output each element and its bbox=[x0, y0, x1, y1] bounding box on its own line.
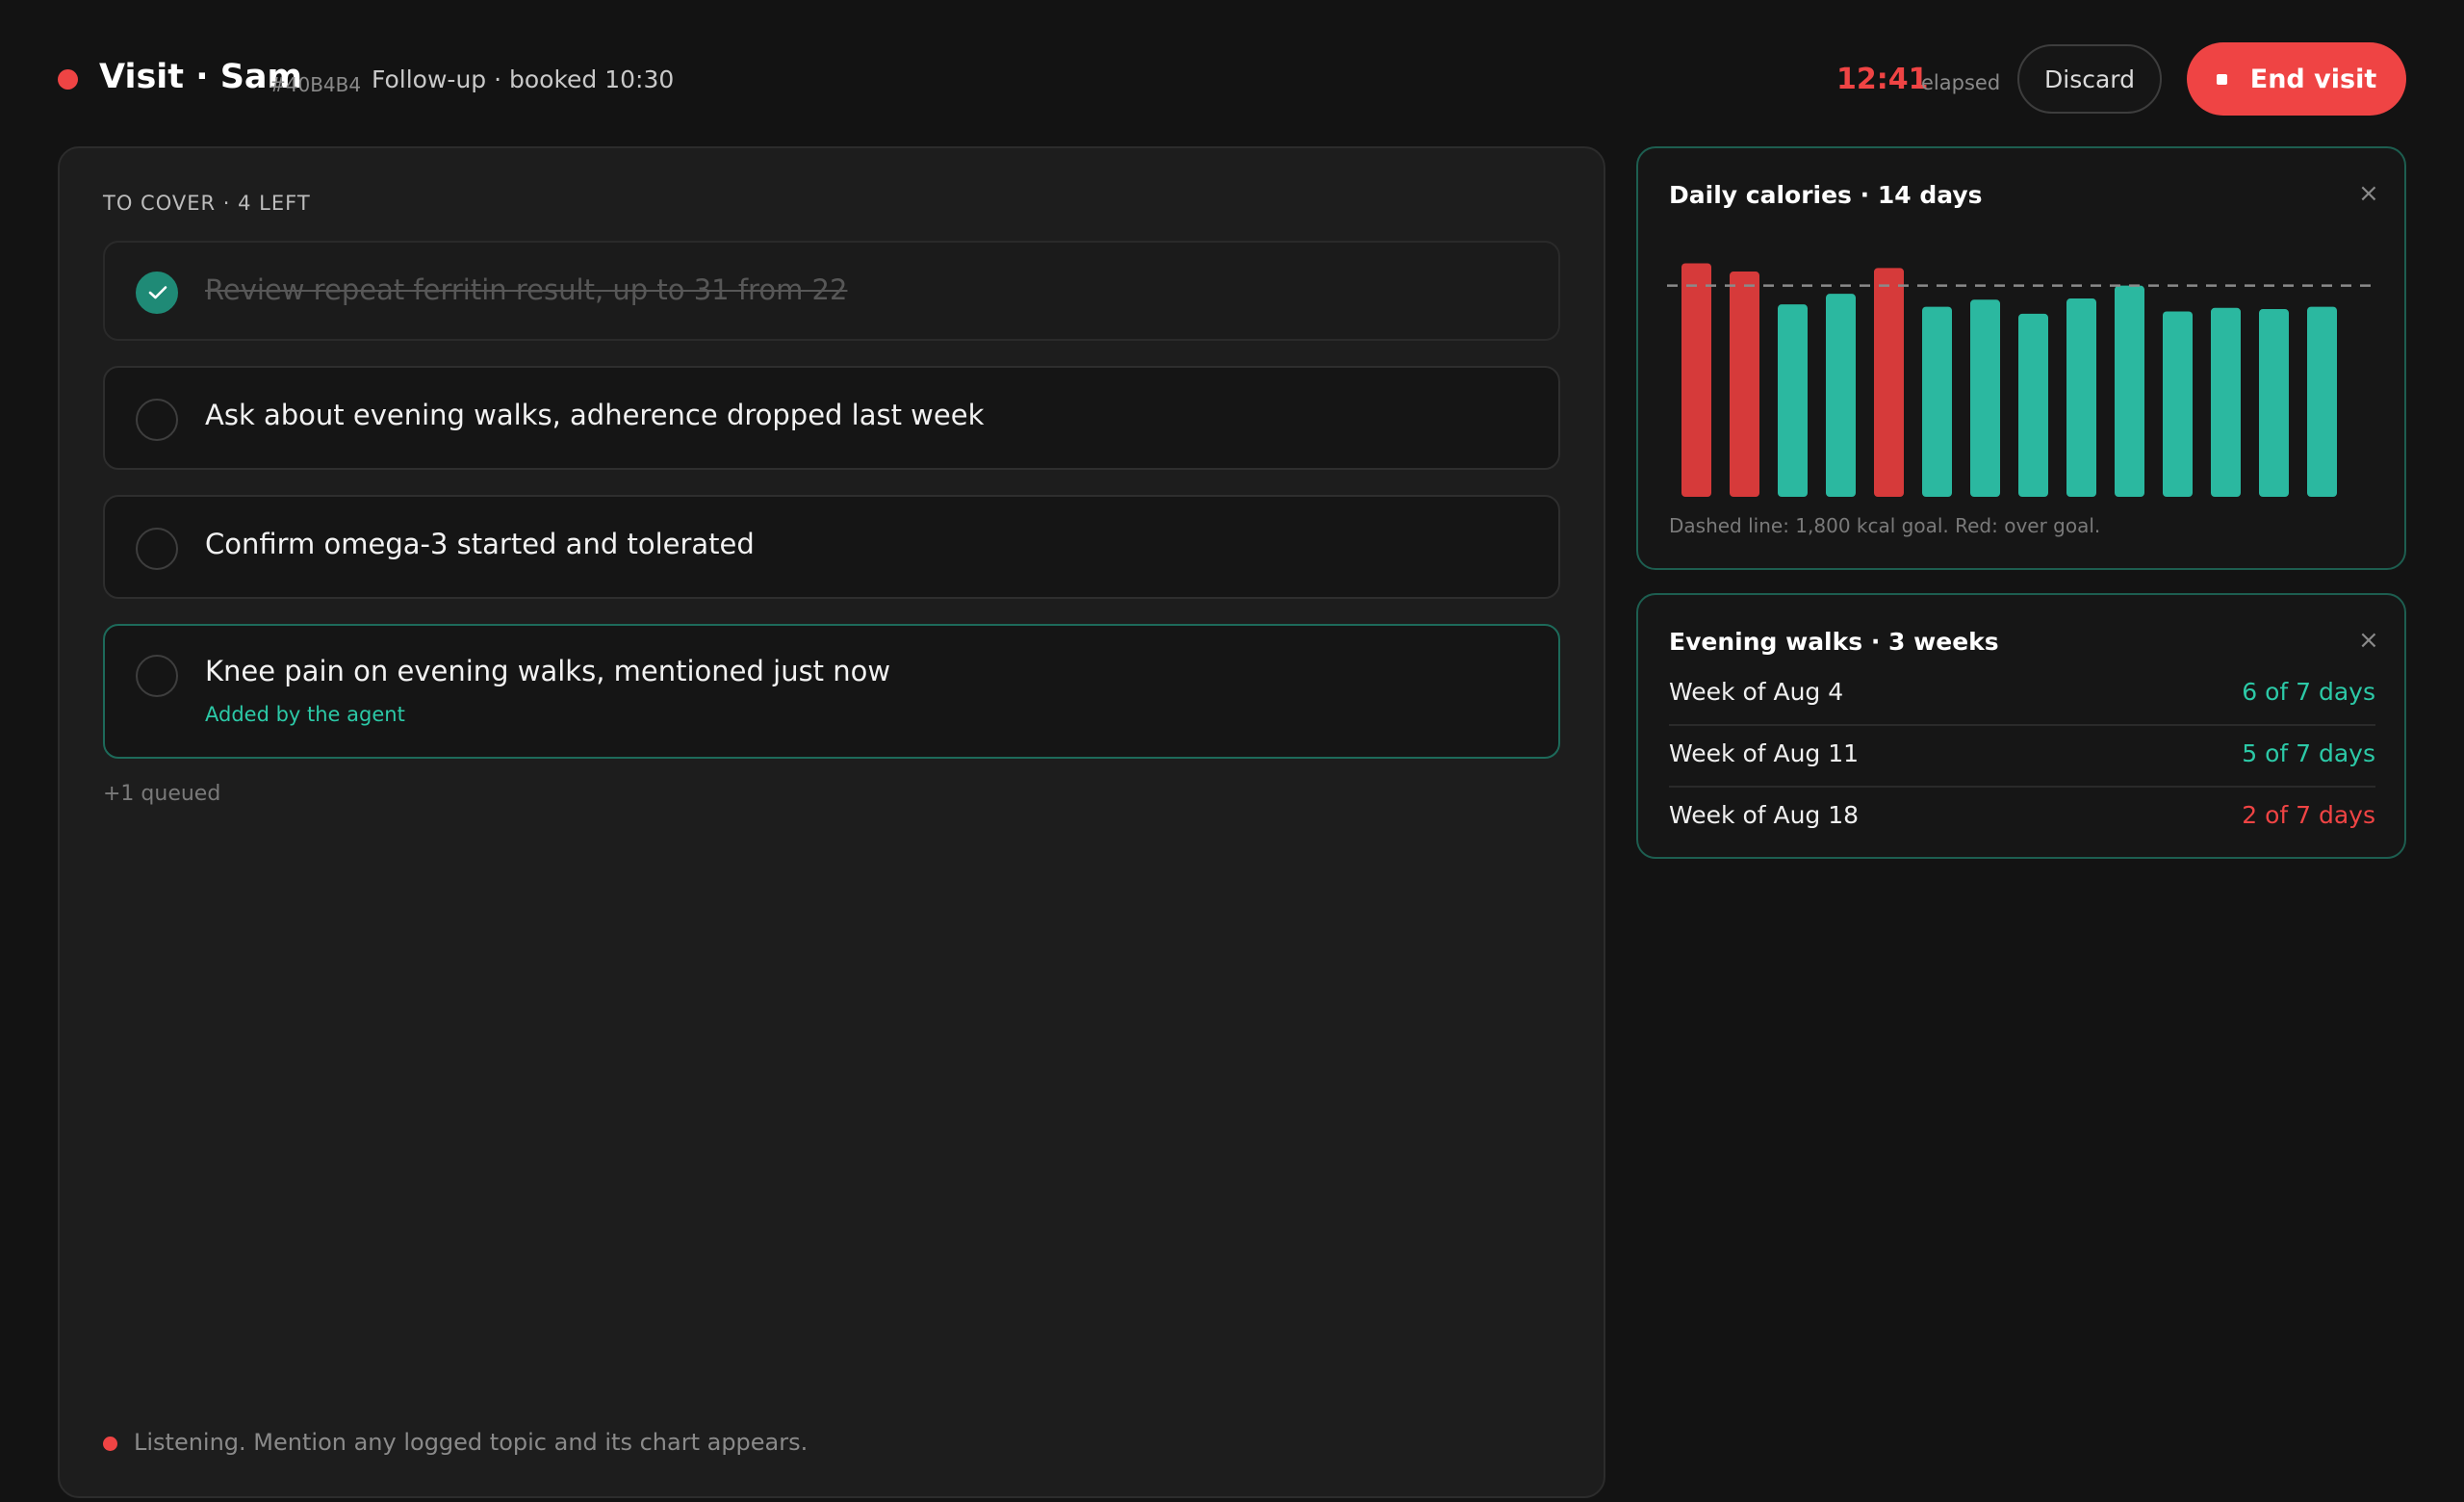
calorie-bar bbox=[1922, 306, 1952, 497]
calories-chart-card: Daily calories · 14 days × Dashed line: … bbox=[1636, 146, 2406, 570]
check-empty-icon[interactable] bbox=[136, 528, 178, 570]
calorie-bar bbox=[2163, 311, 2193, 497]
end-visit-button[interactable]: End visit bbox=[2187, 42, 2406, 116]
calorie-bar bbox=[2018, 313, 2048, 497]
checklist-item[interactable]: Review repeat ferritin result, up to 31 … bbox=[103, 241, 1560, 341]
stop-icon bbox=[2216, 73, 2227, 85]
walk-week-label: Week of Aug 11 bbox=[1669, 739, 1860, 767]
calorie-bar bbox=[2115, 285, 2144, 497]
calorie-bar bbox=[1970, 299, 2000, 497]
calorie-bar bbox=[2259, 309, 2289, 497]
end-visit-label: End visit bbox=[2249, 64, 2377, 94]
calorie-bar bbox=[2066, 298, 2096, 497]
calorie-bar bbox=[1874, 268, 1904, 497]
elapsed-label: elapsed bbox=[1921, 71, 2001, 94]
walk-week-row: Week of Aug 4 6 of 7 days bbox=[1669, 662, 2375, 726]
discard-button-label: Discard bbox=[2044, 65, 2135, 93]
close-icon[interactable]: × bbox=[2358, 179, 2379, 208]
checklist-panel: TO COVER · 4 LEFT Review repeat ferritin… bbox=[58, 146, 1605, 1498]
check-empty-icon[interactable] bbox=[136, 399, 178, 441]
walk-week-row: Week of Aug 11 5 of 7 days bbox=[1669, 724, 2375, 788]
check-done-icon[interactable] bbox=[136, 272, 178, 314]
checklist-item-agent[interactable]: Knee pain on evening walks, mentioned ju… bbox=[103, 624, 1560, 759]
patient-id: #40B4B4 bbox=[270, 73, 362, 96]
walks-card: Evening walks · 3 weeks × Week of Aug 4 … bbox=[1636, 593, 2406, 859]
calorie-bar bbox=[2307, 306, 2337, 497]
discard-button[interactable]: Discard bbox=[2017, 44, 2162, 114]
calories-card-title: Daily calories · 14 days bbox=[1669, 181, 1983, 209]
listening-indicator bbox=[103, 1437, 117, 1451]
close-icon[interactable]: × bbox=[2358, 626, 2379, 655]
elapsed-timer: 12:41 bbox=[1836, 63, 1929, 96]
walk-week-label: Week of Aug 4 bbox=[1669, 678, 1844, 706]
calories-bar-chart bbox=[1667, 263, 2379, 497]
checklist-heading: TO COVER · 4 LEFT bbox=[103, 192, 311, 215]
checklist-item[interactable]: Confirm omega-3 started and tolerated bbox=[103, 495, 1560, 599]
recording-indicator bbox=[58, 69, 78, 90]
queued-count: +1 queued bbox=[103, 782, 221, 806]
calorie-bar bbox=[1826, 294, 1856, 497]
checklist-item-text: Knee pain on evening walks, mentioned ju… bbox=[205, 655, 891, 687]
walk-week-value: 5 of 7 days bbox=[2242, 739, 2375, 767]
walk-week-row: Week of Aug 18 2 of 7 days bbox=[1669, 786, 2375, 847]
listening-status: Listening. Mention any logged topic and … bbox=[134, 1429, 808, 1456]
walks-card-title: Evening walks · 3 weeks bbox=[1669, 628, 1999, 656]
calorie-bar bbox=[1778, 304, 1808, 497]
checklist-item-text: Confirm omega-3 started and tolerated bbox=[205, 528, 755, 560]
chart-caption: Dashed line: 1,800 kcal goal. Red: over … bbox=[1669, 514, 2101, 537]
calorie-bar bbox=[1730, 272, 1759, 497]
visit-header: Visit · Sam #40B4B4 Follow-up · booked 1… bbox=[0, 0, 2464, 144]
checklist-item-text: Review repeat ferritin result, up to 31 … bbox=[205, 273, 848, 306]
walk-week-label: Week of Aug 18 bbox=[1669, 801, 1860, 829]
walk-week-value: 6 of 7 days bbox=[2242, 678, 2375, 706]
calorie-bar bbox=[1681, 263, 1711, 497]
check-empty-icon[interactable] bbox=[136, 655, 178, 697]
agent-added-note: Added by the agent bbox=[205, 703, 405, 726]
walk-week-value: 2 of 7 days bbox=[2242, 801, 2375, 829]
checklist-item-text: Ask about evening walks, adherence dropp… bbox=[205, 399, 985, 431]
checklist-item[interactable]: Ask about evening walks, adherence dropp… bbox=[103, 366, 1560, 470]
visit-subtitle: Follow-up · booked 10:30 bbox=[372, 65, 675, 93]
calorie-bar bbox=[2211, 307, 2241, 497]
